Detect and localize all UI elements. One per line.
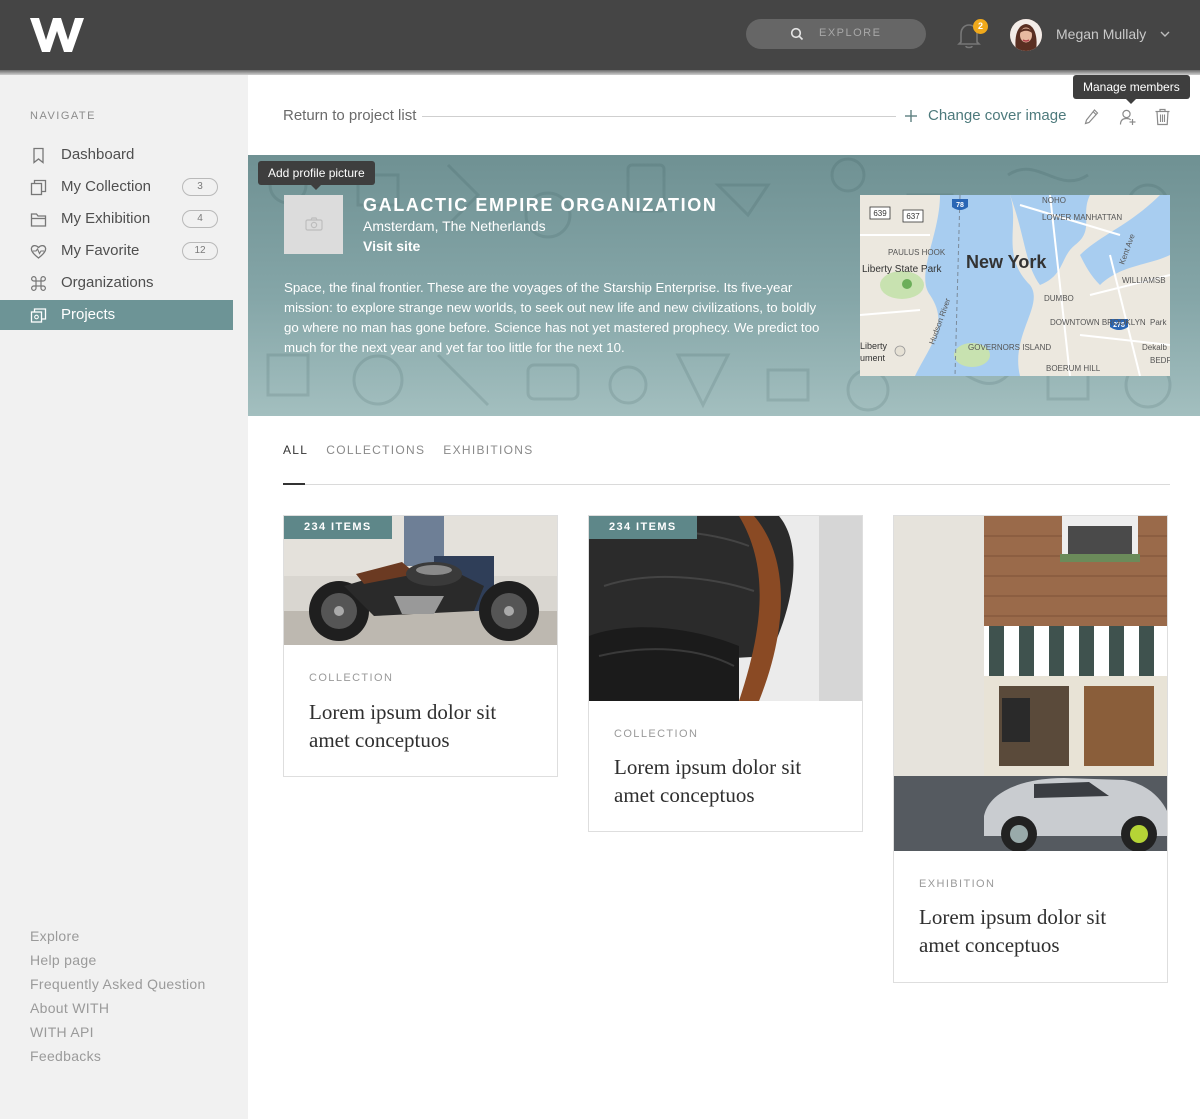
location-map[interactable]: 639 637 78 278 NOHO LOWER MANHATTAN PAUL…	[860, 195, 1170, 376]
count-badge: 3	[182, 178, 218, 196]
sidebar-item-my-collection[interactable]: My Collection 3	[0, 172, 233, 202]
projects-icon	[30, 308, 47, 323]
sidebar-item-organizations[interactable]: Organizations	[0, 268, 233, 298]
map-label: LOWER MANHATTAN	[1042, 213, 1122, 222]
folder-icon	[30, 213, 47, 227]
profile-picture-placeholder[interactable]	[284, 195, 343, 254]
map-label: Liberty	[860, 341, 888, 351]
project-card-1[interactable]: 234 ITEMS COLLECTION Lorem ipsum dolor s…	[283, 515, 558, 777]
sidebar-item-label: My Collection	[61, 178, 152, 195]
sidebar-item-dashboard[interactable]: Dashboard	[0, 140, 233, 170]
map-label: BOERUM HILL	[1046, 364, 1101, 373]
footer-link-faq[interactable]: Frequently Asked Question	[30, 976, 206, 992]
tab-all[interactable]: ALL	[283, 443, 308, 457]
count-badge: 12	[182, 242, 218, 260]
card-title[interactable]: Lorem ipsum dolor sit amet conceptuos	[309, 698, 529, 754]
sidebar-item-label: Projects	[61, 306, 116, 323]
manage-members-icon[interactable]	[1119, 108, 1136, 126]
footer-link-help[interactable]: Help page	[30, 952, 97, 968]
map-label: PAULUS HOOK	[888, 248, 946, 257]
card-type-label: COLLECTION	[309, 672, 394, 684]
return-to-project-list-link[interactable]: Return to project list	[283, 107, 416, 124]
map-label: NOHO	[1042, 196, 1066, 205]
divider	[422, 116, 896, 117]
items-count-badge: 234 ITEMS	[589, 516, 697, 539]
chevron-down-icon[interactable]	[1160, 30, 1170, 38]
sidebar-item-label: My Favorite	[61, 242, 140, 259]
items-count-badge: 234 ITEMS	[284, 516, 392, 539]
nav-heading: NAVIGATE	[30, 110, 96, 122]
sidebar-item-label: My Exhibition	[61, 210, 151, 227]
sidebar-item-my-favorite[interactable]: My Favorite 12	[0, 236, 233, 266]
count-badge: 4	[182, 210, 218, 228]
card-image[interactable]	[589, 516, 862, 701]
notification-badge: 2	[973, 19, 988, 34]
map-label: WILLIAMSB	[1122, 276, 1166, 285]
camera-icon	[305, 217, 323, 231]
map-label: Park	[1150, 318, 1167, 327]
card-type-label: EXHIBITION	[919, 878, 996, 890]
bookmark-icon	[33, 147, 44, 164]
tab-exhibitions[interactable]: EXHIBITIONS	[443, 443, 533, 457]
sidebar-item-label: Dashboard	[61, 146, 135, 163]
project-card-2[interactable]: 234 ITEMS COLLECTION Lorem ipsum dolor s…	[588, 515, 863, 832]
active-tab-indicator	[283, 483, 305, 485]
filter-tabs: ALL COLLECTIONS EXHIBITIONS	[283, 443, 552, 457]
map-label: Liberty State Park	[862, 264, 942, 275]
map-label: ument	[860, 353, 886, 363]
search-input[interactable]: EXPLORE	[819, 27, 881, 39]
organization-description: Space, the final frontier. These are the…	[284, 280, 820, 355]
card-image[interactable]	[894, 516, 1167, 851]
sidebar-item-projects[interactable]: Projects	[0, 300, 233, 330]
map-shield-label: 637	[906, 212, 920, 221]
footer-link-about[interactable]: About WITH	[30, 1000, 109, 1016]
pencil-icon[interactable]	[1083, 108, 1100, 126]
search-icon	[790, 27, 804, 41]
card-title[interactable]: Lorem ipsum dolor sit amet conceptuos	[614, 753, 834, 809]
sidebar-item-my-exhibition[interactable]: My Exhibition 4	[0, 204, 233, 234]
footer-link-explore[interactable]: Explore	[30, 928, 80, 944]
manage-members-tooltip: Manage members	[1073, 75, 1190, 104]
map-label: DOWNTOWN BROOKLYN	[1050, 318, 1146, 327]
map-label: GOVERNORS ISLAND	[968, 343, 1051, 352]
footer-link-feedbacks[interactable]: Feedbacks	[30, 1048, 101, 1064]
map-shield-label: 78	[956, 202, 964, 209]
with-logo[interactable]	[28, 14, 86, 56]
map-label: Dekalb	[1142, 343, 1167, 352]
command-icon	[31, 276, 46, 291]
map-label: DUMBO	[1044, 294, 1074, 303]
avatar[interactable]	[1010, 19, 1042, 51]
organization-title: GALACTIC EMPIRE ORGANIZATION	[363, 195, 718, 215]
add-profile-picture-tooltip: Add profile picture	[258, 161, 375, 190]
top-bar: EXPLORE 2 Megan Mullaly	[0, 0, 1200, 75]
heart-icon	[30, 245, 47, 259]
search-bar[interactable]: EXPLORE	[746, 19, 926, 49]
trash-icon[interactable]	[1154, 108, 1171, 126]
card-type-label: COLLECTION	[614, 728, 699, 740]
project-hero: GALACTIC EMPIRE ORGANIZATION Amsterdam, …	[248, 155, 1200, 416]
map-city-label: New York	[966, 252, 1047, 272]
map-shield-label: 639	[873, 209, 887, 218]
project-card-3[interactable]: EXHIBITION Lorem ipsum dolor sit amet co…	[893, 515, 1168, 983]
organization-location: Amsterdam, The Netherlands	[363, 218, 546, 234]
card-title[interactable]: Lorem ipsum dolor sit amet conceptuos	[919, 903, 1139, 959]
tabs-divider	[283, 484, 1170, 485]
sidebar-item-label: Organizations	[61, 274, 154, 291]
visit-site-link[interactable]: Visit site	[363, 238, 420, 254]
footer-link-api[interactable]: WITH API	[30, 1024, 94, 1040]
map-label: BEDF	[1150, 356, 1170, 365]
change-cover-image-button[interactable]: Change cover image	[928, 107, 1066, 124]
tab-collections[interactable]: COLLECTIONS	[326, 443, 425, 457]
sidebar: NAVIGATE Dashboard My Collection 3 My Ex…	[0, 75, 248, 1119]
plus-icon[interactable]	[905, 110, 917, 122]
user-name[interactable]: Megan Mullaly	[1056, 26, 1146, 42]
collection-icon	[30, 179, 47, 196]
